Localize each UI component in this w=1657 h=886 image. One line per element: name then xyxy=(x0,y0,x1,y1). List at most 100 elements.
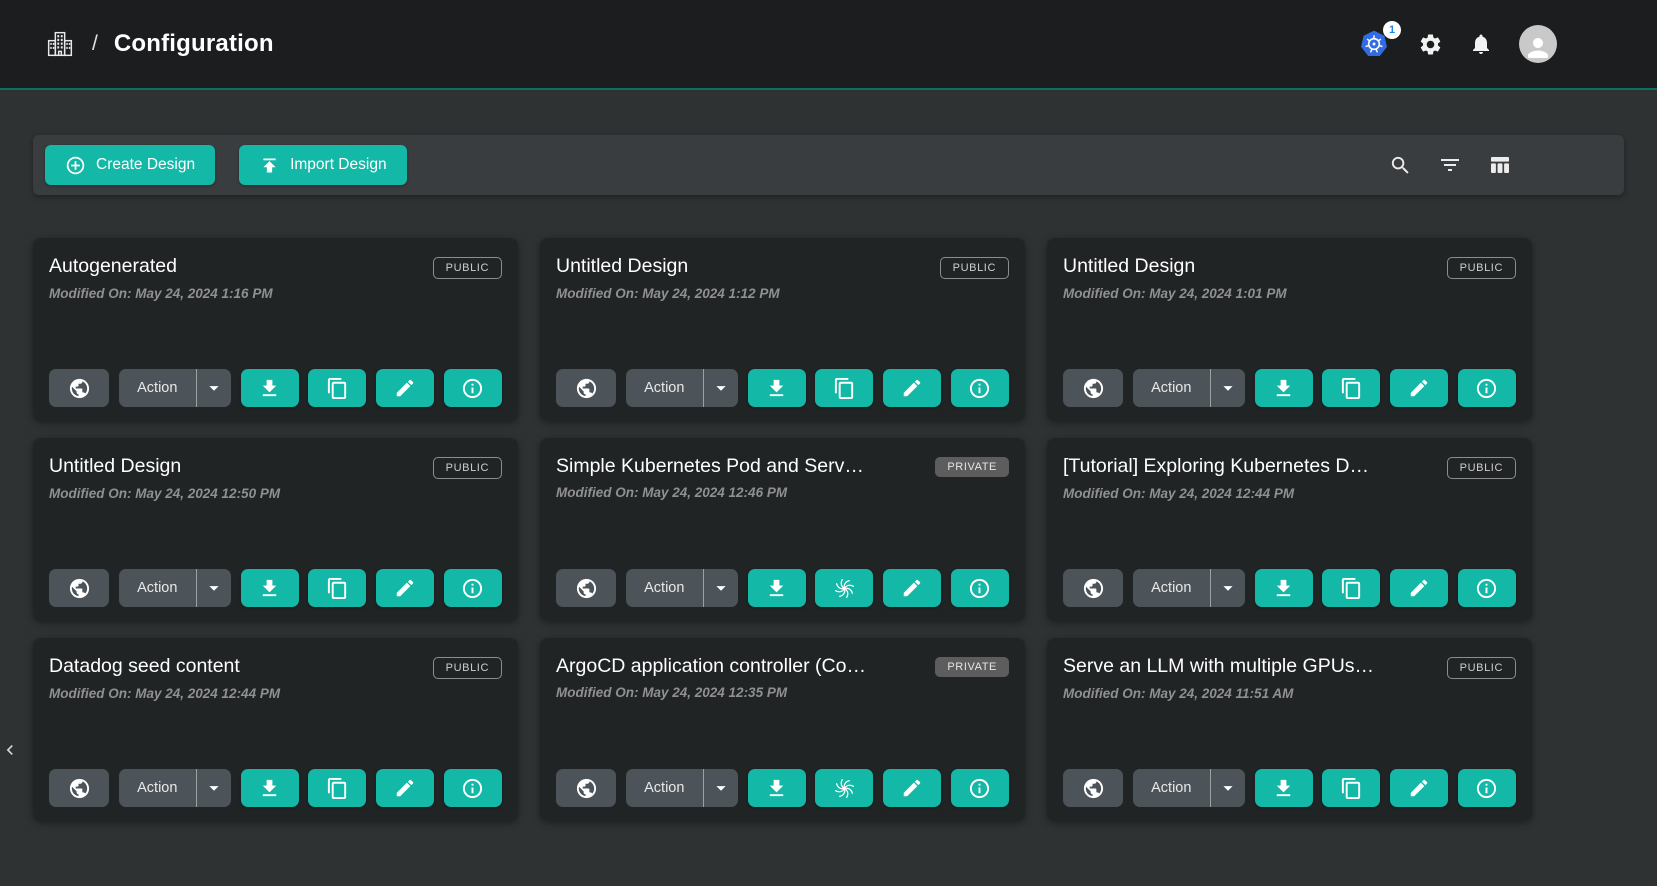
user-avatar[interactable] xyxy=(1519,25,1557,63)
clone-button[interactable] xyxy=(815,769,873,807)
publish-globe-button[interactable] xyxy=(49,569,109,607)
publish-globe-button[interactable] xyxy=(49,769,109,807)
download-button[interactable] xyxy=(1255,569,1313,607)
visibility-badge: PUBLIC xyxy=(1447,657,1516,679)
download-button[interactable] xyxy=(1255,769,1313,807)
edit-button[interactable] xyxy=(1390,369,1448,407)
download-button[interactable] xyxy=(241,769,299,807)
edit-pencil-icon xyxy=(1408,377,1430,399)
caret-down-icon[interactable] xyxy=(704,369,738,407)
download-icon xyxy=(765,777,788,800)
clone-button[interactable] xyxy=(308,369,366,407)
info-button[interactable] xyxy=(444,569,502,607)
action-button-label: Action xyxy=(1133,580,1210,596)
card-actions: Action xyxy=(49,569,502,607)
edit-button[interactable] xyxy=(883,569,941,607)
action-button-label: Action xyxy=(119,380,196,396)
publish-globe-button[interactable] xyxy=(1063,369,1123,407)
caret-down-icon[interactable] xyxy=(1211,369,1245,407)
publish-globe-button[interactable] xyxy=(556,769,616,807)
globe-icon xyxy=(575,577,598,600)
design-card: Untitled Design PUBLIC Modified On: May … xyxy=(33,438,518,621)
card-actions: Action xyxy=(49,769,502,807)
action-dropdown-button[interactable]: Action xyxy=(626,769,738,807)
edit-pencil-icon xyxy=(1408,777,1430,799)
edit-button[interactable] xyxy=(883,369,941,407)
download-button[interactable] xyxy=(748,369,806,407)
clone-button[interactable] xyxy=(308,769,366,807)
settings-gear-icon[interactable] xyxy=(1418,32,1443,57)
download-button[interactable] xyxy=(748,769,806,807)
info-button[interactable] xyxy=(951,569,1009,607)
card-actions: Action xyxy=(556,369,1009,407)
publish-globe-button[interactable] xyxy=(1063,569,1123,607)
clone-button[interactable] xyxy=(815,569,873,607)
edit-button[interactable] xyxy=(1390,769,1448,807)
caret-down-icon[interactable] xyxy=(1211,769,1245,807)
action-dropdown-button[interactable]: Action xyxy=(1133,369,1245,407)
action-dropdown-button[interactable]: Action xyxy=(1133,769,1245,807)
clone-or-design-icon xyxy=(833,577,856,600)
clone-button[interactable] xyxy=(1322,369,1380,407)
caret-down-icon[interactable] xyxy=(197,769,231,807)
clone-button[interactable] xyxy=(1322,769,1380,807)
action-button-label: Action xyxy=(119,580,196,596)
design-title: Autogenerated xyxy=(49,255,177,278)
clone-button[interactable] xyxy=(815,369,873,407)
organization-building-icon[interactable] xyxy=(44,28,76,60)
info-button[interactable] xyxy=(951,369,1009,407)
caret-down-icon[interactable] xyxy=(197,369,231,407)
collapse-drawer-toggle[interactable] xyxy=(0,733,20,767)
table-view-icon[interactable] xyxy=(1488,153,1512,177)
design-grid: Autogenerated PUBLIC Modified On: May 24… xyxy=(33,238,1532,821)
filter-icon[interactable] xyxy=(1438,153,1462,177)
action-dropdown-button[interactable]: Action xyxy=(626,369,738,407)
download-button[interactable] xyxy=(241,369,299,407)
clone-button[interactable] xyxy=(1322,569,1380,607)
info-button[interactable] xyxy=(1458,569,1516,607)
publish-globe-button[interactable] xyxy=(49,369,109,407)
globe-icon xyxy=(68,377,91,400)
kubernetes-context-button[interactable]: 1 xyxy=(1358,28,1392,60)
download-button[interactable] xyxy=(1255,369,1313,407)
clone-button[interactable] xyxy=(308,569,366,607)
action-dropdown-button[interactable]: Action xyxy=(1133,569,1245,607)
design-modified: Modified On: May 24, 2024 1:16 PM xyxy=(49,286,502,301)
info-button[interactable] xyxy=(1458,369,1516,407)
globe-icon xyxy=(68,577,91,600)
edit-button[interactable] xyxy=(1390,569,1448,607)
download-icon xyxy=(258,377,281,400)
globe-icon xyxy=(575,777,598,800)
add-circle-icon xyxy=(65,155,86,176)
edit-button[interactable] xyxy=(883,769,941,807)
create-design-button[interactable]: Create Design xyxy=(45,145,215,185)
info-button[interactable] xyxy=(1458,769,1516,807)
card-header: Autogenerated PUBLIC xyxy=(49,255,502,279)
download-button[interactable] xyxy=(241,569,299,607)
publish-globe-button[interactable] xyxy=(1063,769,1123,807)
action-button-label: Action xyxy=(1133,780,1210,796)
search-icon[interactable] xyxy=(1389,154,1412,177)
caret-down-icon[interactable] xyxy=(704,769,738,807)
caret-down-icon[interactable] xyxy=(1211,569,1245,607)
visibility-badge: PUBLIC xyxy=(1447,257,1516,279)
caret-down-icon[interactable] xyxy=(704,569,738,607)
edit-button[interactable] xyxy=(376,769,434,807)
publish-globe-button[interactable] xyxy=(556,569,616,607)
action-dropdown-button[interactable]: Action xyxy=(119,369,231,407)
notifications-bell-icon[interactable] xyxy=(1469,32,1493,56)
globe-icon xyxy=(1082,377,1105,400)
publish-globe-button[interactable] xyxy=(556,369,616,407)
card-actions: Action xyxy=(556,769,1009,807)
edit-button[interactable] xyxy=(376,369,434,407)
info-button[interactable] xyxy=(444,369,502,407)
info-button[interactable] xyxy=(951,769,1009,807)
action-dropdown-button[interactable]: Action xyxy=(626,569,738,607)
action-dropdown-button[interactable]: Action xyxy=(119,569,231,607)
caret-down-icon[interactable] xyxy=(197,569,231,607)
info-button[interactable] xyxy=(444,769,502,807)
edit-button[interactable] xyxy=(376,569,434,607)
import-design-button[interactable]: Import Design xyxy=(239,145,406,185)
action-dropdown-button[interactable]: Action xyxy=(119,769,231,807)
download-button[interactable] xyxy=(748,569,806,607)
